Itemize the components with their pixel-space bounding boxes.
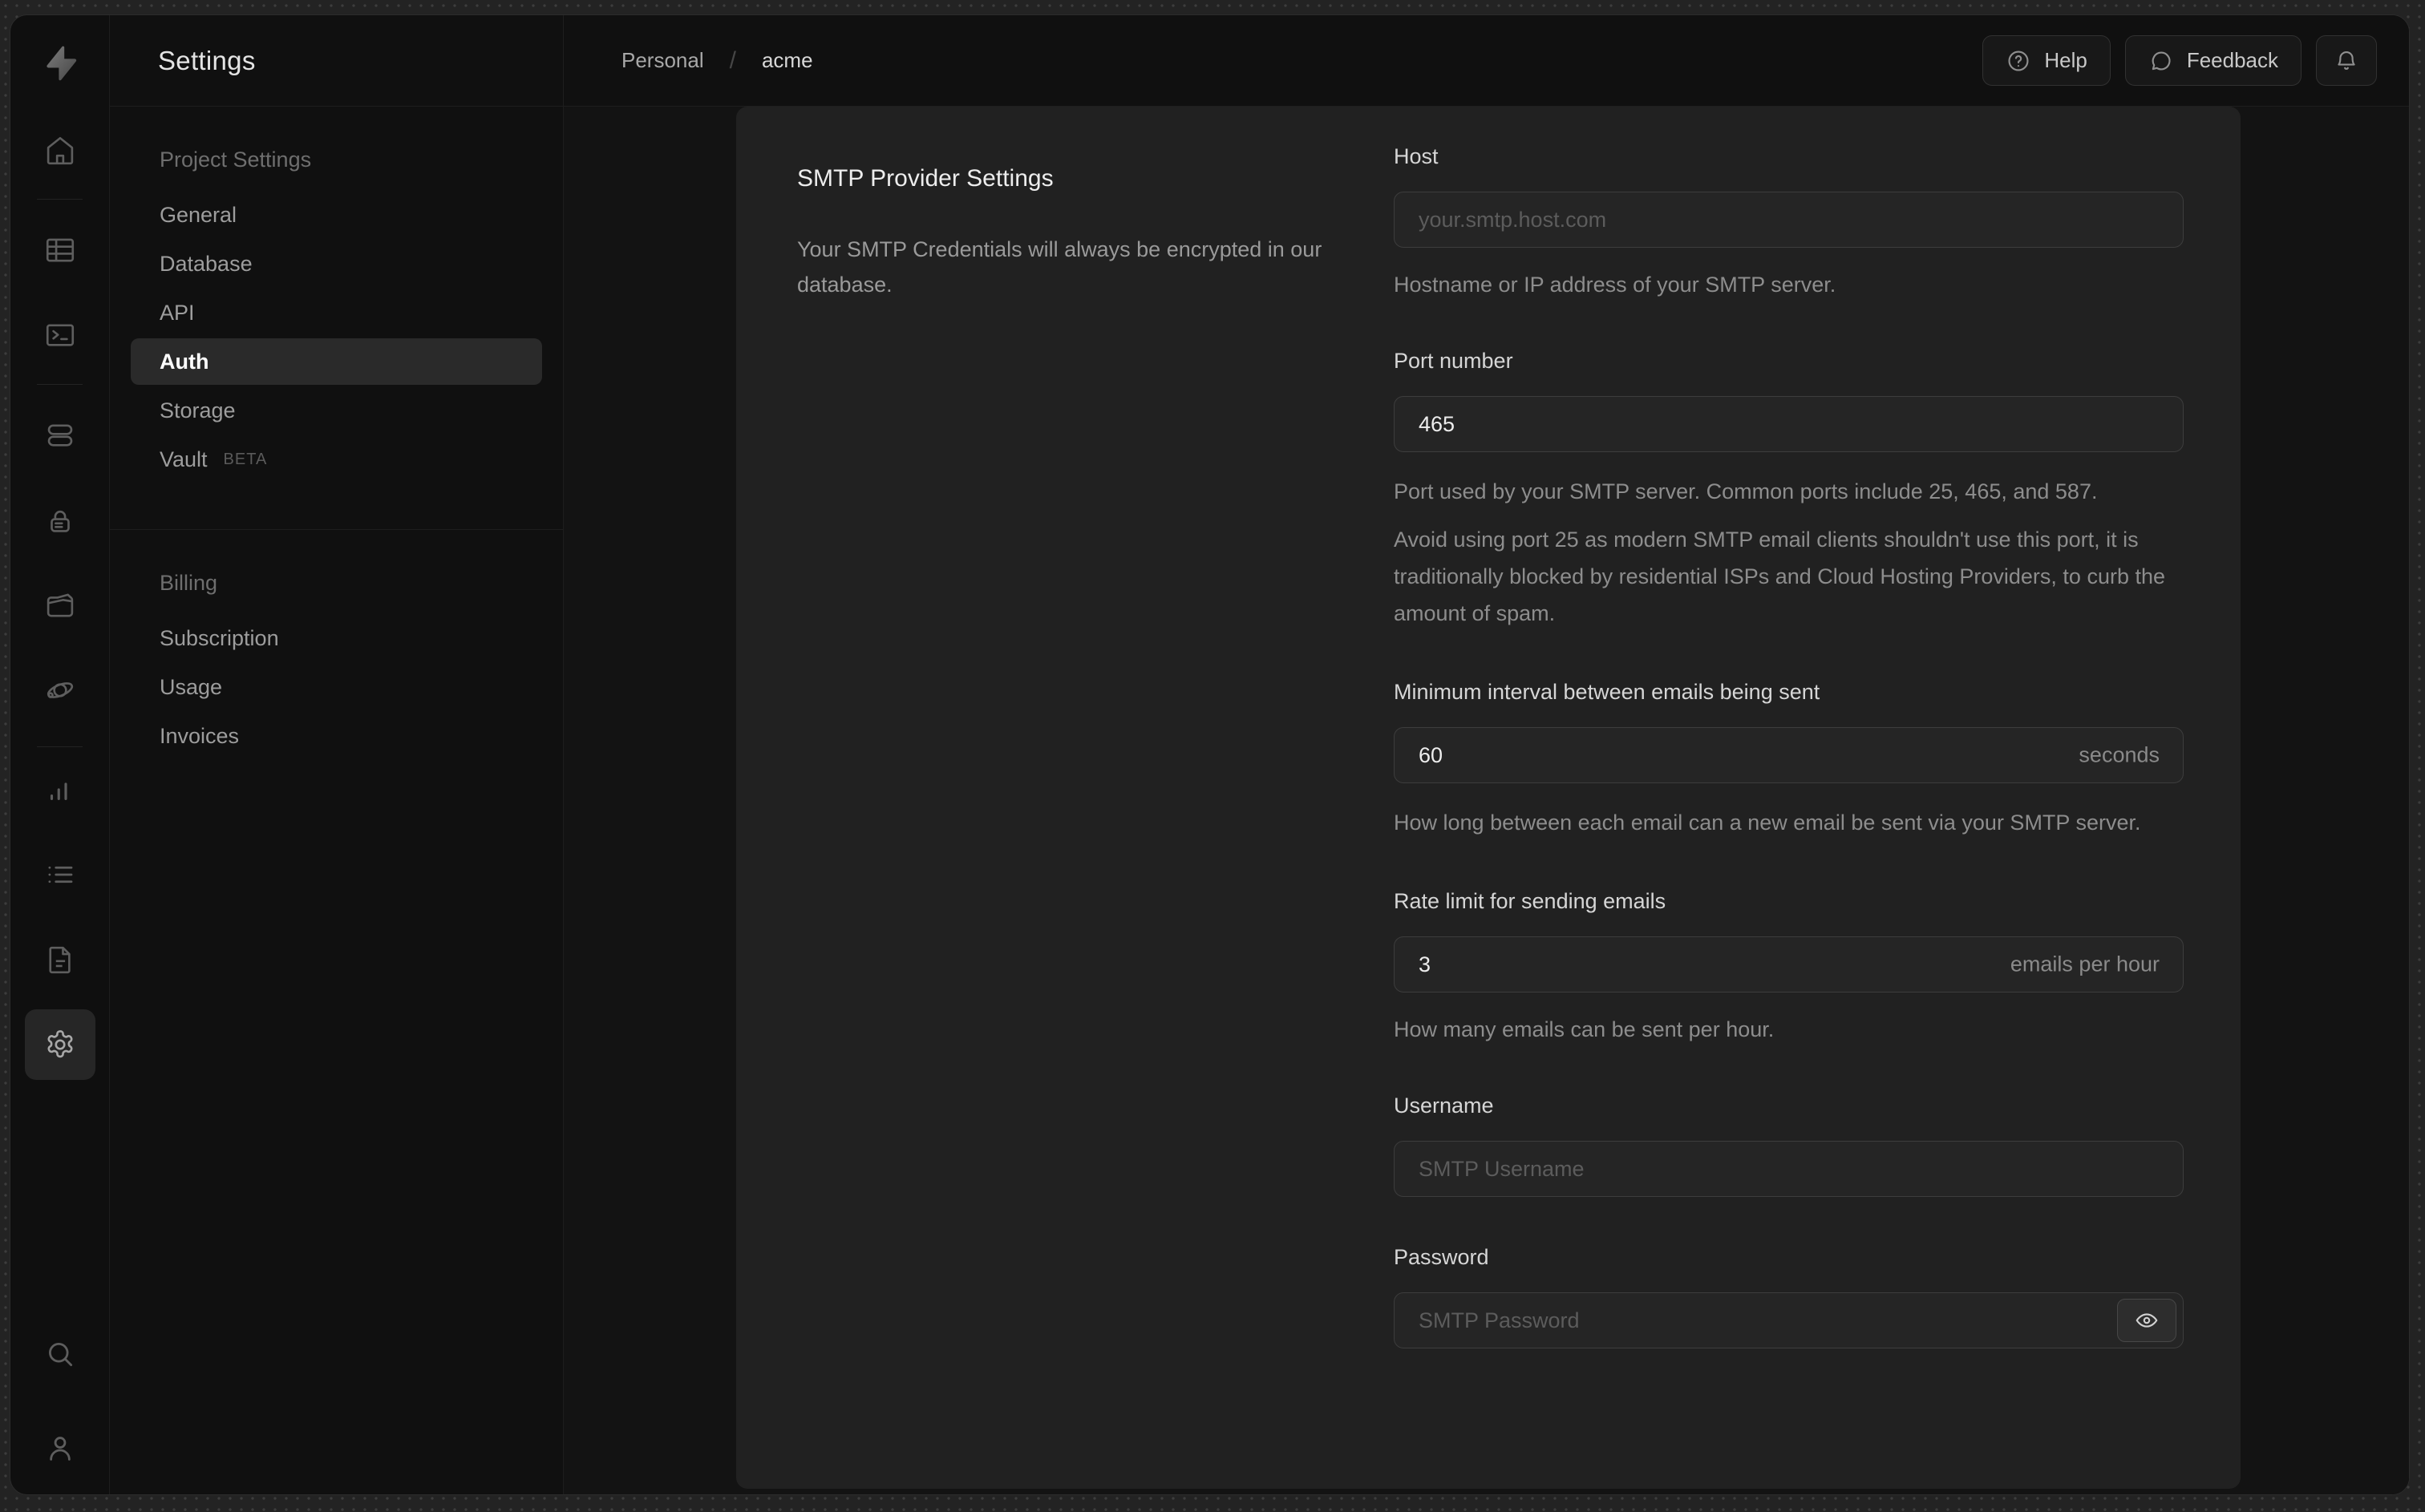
rail-divider — [37, 384, 83, 385]
rail-item-docs[interactable] — [25, 924, 95, 995]
rail-item-table-editor[interactable] — [25, 215, 95, 285]
docs-file-icon — [48, 946, 71, 974]
rail-item-logs[interactable] — [25, 839, 95, 910]
rate-limit-helper: How many emails can be sent per hour. — [1394, 1017, 1775, 1041]
host-helper: Hostname or IP address of your SMTP serv… — [1394, 273, 1836, 297]
sidebar-title: Settings — [158, 45, 256, 75]
panel-intro: SMTP Provider Settings Your SMTP Credent… — [736, 107, 1394, 1489]
storage-folder-icon — [47, 593, 73, 617]
logs-list-icon — [47, 866, 72, 883]
rail-item-settings[interactable] — [24, 1009, 95, 1080]
reports-chart-icon — [50, 782, 67, 800]
sidebar-item-storage[interactable]: Storage — [131, 387, 542, 434]
sidebar-item-invoices[interactable]: Invoices — [131, 713, 542, 759]
terminal-icon — [46, 324, 74, 346]
host-label: Host — [1394, 144, 1439, 168]
host-input[interactable] — [1394, 192, 2184, 248]
header-actions: Help Feedback — [1982, 35, 2377, 86]
breadcrumb-separator: / — [729, 46, 736, 74]
smtp-settings-panel: SMTP Provider Settings Your SMTP Credent… — [736, 107, 2241, 1489]
rate-limit-input[interactable] — [1394, 936, 2184, 993]
page-description: Your SMTP Credentials will always be enc… — [797, 237, 1322, 297]
rail-item-storage[interactable] — [25, 570, 95, 641]
help-button[interactable]: Help — [1982, 35, 2111, 86]
rail-item-edge-functions[interactable] — [25, 655, 95, 726]
breadcrumb-org[interactable]: Personal — [621, 48, 704, 73]
breadcrumb: Personal / acme — [621, 47, 813, 75]
password-label: Password — [1394, 1245, 1489, 1269]
rail-divider — [37, 199, 83, 200]
sidebar-item-usage[interactable]: Usage — [131, 664, 542, 710]
home-icon — [47, 136, 73, 165]
smtp-password-input[interactable] — [1394, 1292, 2184, 1348]
sidebar-item-auth[interactable]: Auth — [131, 338, 542, 385]
sidebar-item-subscription[interactable]: Subscription — [131, 615, 542, 661]
beta-badge: BETA — [223, 450, 268, 468]
interval-helper: How long between each email can a new em… — [1394, 811, 2141, 835]
page-title: SMTP Provider Settings — [797, 164, 1054, 192]
app-window: Settings Project Settings General Databa… — [10, 14, 2410, 1495]
user-icon — [49, 1437, 71, 1461]
supabase-logo[interactable] — [41, 44, 79, 83]
rail-item-home[interactable] — [25, 115, 95, 186]
gear-icon — [47, 1030, 73, 1058]
sidebar-item-api[interactable]: API — [131, 289, 542, 336]
help-icon — [2008, 50, 2029, 71]
icon-rail — [10, 15, 110, 1494]
rate-limit-label: Rate limit for sending emails — [1394, 889, 1666, 913]
settings-sidebar: Settings Project Settings General Databa… — [110, 15, 564, 1494]
rail-item-authentication[interactable] — [25, 487, 95, 557]
rail-item-database[interactable] — [25, 400, 95, 471]
rail-item-search[interactable] — [25, 1319, 95, 1389]
interval-label: Minimum interval between emails being se… — [1394, 680, 1820, 704]
eye-icon — [2136, 1313, 2158, 1328]
sidebar-item-vault[interactable]: Vault BETA — [131, 436, 542, 483]
database-icon — [47, 424, 72, 447]
rail-item-profile[interactable] — [25, 1413, 95, 1483]
sidebar-header: Settings — [110, 15, 563, 107]
feedback-button[interactable]: Feedback — [2124, 35, 2302, 86]
interval-input[interactable] — [1394, 727, 2184, 783]
port-helper-1: Port used by your SMTP server. Common po… — [1394, 479, 2098, 503]
table-icon — [46, 238, 74, 262]
content-area: SMTP Provider Settings Your SMTP Credent… — [564, 107, 2409, 1494]
sidebar-item-database[interactable]: Database — [131, 241, 542, 287]
main-area: Personal / acme Help Feedback SMTP Provi… — [564, 15, 2409, 1494]
sidebar-nav: Project Settings General Database API Au… — [110, 107, 563, 762]
username-label: Username — [1394, 1094, 1494, 1118]
smtp-username-input[interactable] — [1394, 1141, 2184, 1197]
port-label: Port number — [1394, 349, 1513, 373]
rail-item-sql-editor[interactable] — [25, 300, 95, 370]
sidebar-item-general[interactable]: General — [131, 192, 542, 238]
feedback-bubble-icon — [2152, 51, 2171, 70]
rail-divider — [37, 746, 83, 747]
functions-orbit-icon — [47, 682, 73, 698]
breadcrumb-project[interactable]: acme — [762, 48, 813, 73]
rail-item-reports[interactable] — [25, 754, 95, 825]
bell-icon — [2338, 51, 2355, 70]
port-helper-2: Avoid using port 25 as modern SMTP email… — [1394, 528, 2166, 625]
smtp-form: Host Hostname or IP address of your SMTP… — [1394, 107, 2184, 1489]
section-label-billing: Billing — [160, 571, 218, 595]
search-icon — [48, 1343, 72, 1367]
top-bar: Personal / acme Help Feedback — [564, 15, 2409, 107]
section-label-project-settings: Project Settings — [160, 148, 312, 172]
port-input[interactable] — [1394, 396, 2184, 452]
sidebar-divider — [110, 529, 563, 530]
notifications-button[interactable] — [2316, 35, 2377, 86]
auth-lock-icon — [50, 510, 70, 532]
reveal-password-button[interactable] — [2117, 1299, 2176, 1342]
